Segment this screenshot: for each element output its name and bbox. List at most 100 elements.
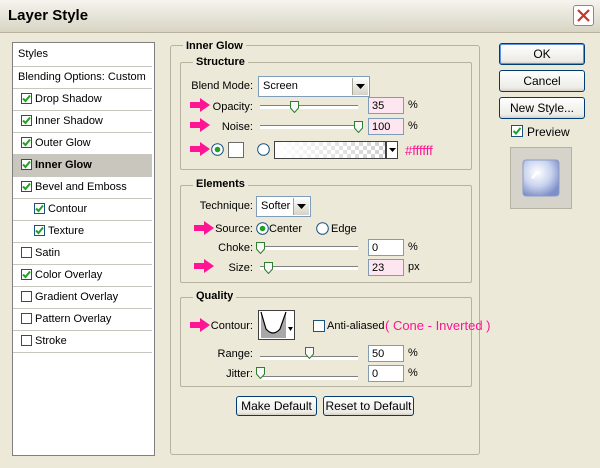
contour-dropdown-button[interactable] <box>288 322 293 334</box>
checkmark-icon <box>22 116 31 125</box>
size-unit: px <box>408 261 420 273</box>
choke-label: Choke: <box>218 242 253 254</box>
range-label: Range: <box>217 348 253 360</box>
style-item-color-overlay[interactable]: Color Overlay <box>13 265 152 287</box>
style-item-inner-shadow[interactable]: Inner Shadow <box>13 111 152 133</box>
style-item-satin[interactable]: Satin <box>13 243 152 265</box>
style-item-label: Bevel and Emboss <box>35 181 127 193</box>
style-checkbox[interactable] <box>21 335 32 346</box>
blend-mode-select[interactable]: Screen <box>258 76 370 97</box>
opacity-unit: % <box>408 99 418 111</box>
style-checkbox[interactable] <box>21 291 32 302</box>
jitter-input[interactable] <box>368 365 404 382</box>
size-slider[interactable] <box>260 266 358 270</box>
new-style-label: New Style... <box>509 101 575 115</box>
preview-checkbox[interactable] <box>511 125 523 137</box>
blend-mode-value: Screen <box>263 80 298 92</box>
close-icon <box>577 9 590 22</box>
anti-aliased-checkbox[interactable] <box>313 320 325 332</box>
style-checkbox[interactable] <box>34 225 45 236</box>
blending-options-item[interactable]: Blending Options: Custom <box>13 67 152 89</box>
style-checkbox[interactable] <box>21 313 32 324</box>
source-edge-label[interactable]: Edge <box>331 223 357 235</box>
noise-input[interactable] <box>368 118 404 135</box>
glow-color-swatch[interactable] <box>228 142 244 158</box>
checkmark-icon <box>512 127 522 135</box>
solid-color-radio[interactable] <box>211 143 224 156</box>
anti-aliased-label[interactable]: Anti-aliased <box>327 320 384 332</box>
style-item-contour[interactable]: Contour <box>13 199 152 221</box>
structure-title: Structure <box>193 56 248 68</box>
size-slider-thumb[interactable] <box>264 262 274 274</box>
style-item-outer-glow[interactable]: Outer Glow <box>13 133 152 155</box>
elements-title: Elements <box>193 178 248 190</box>
gradient-radio[interactable] <box>257 143 270 156</box>
jitter-unit: % <box>408 367 418 379</box>
preview-label[interactable]: Preview <box>527 125 570 139</box>
range-slider-thumb[interactable] <box>304 347 314 359</box>
style-checkbox[interactable] <box>21 159 32 170</box>
gradient-picker[interactable] <box>274 141 386 159</box>
checkmark-icon <box>22 94 31 103</box>
title-bar[interactable]: Layer Style <box>0 0 600 33</box>
style-checkbox[interactable] <box>21 137 32 148</box>
color-annotation: #ffffff <box>405 143 433 158</box>
style-item-drop-shadow[interactable]: Drop Shadow <box>13 89 152 111</box>
technique-value: Softer <box>261 200 291 212</box>
checkmark-icon <box>22 160 31 169</box>
choke-slider-thumb[interactable] <box>255 242 265 254</box>
style-checkbox[interactable] <box>21 247 32 258</box>
noise-slider-thumb[interactable] <box>353 121 363 133</box>
style-item-stroke[interactable]: Stroke <box>13 331 152 353</box>
opacity-slider-thumb[interactable] <box>289 101 299 113</box>
reset-to-default-button[interactable]: Reset to Default <box>323 396 414 416</box>
style-item-bevel-and-emboss[interactable]: Bevel and Emboss <box>13 177 152 199</box>
style-checkbox[interactable] <box>21 269 32 280</box>
close-button[interactable] <box>573 5 594 26</box>
jitter-slider-thumb[interactable] <box>255 367 265 379</box>
style-checkbox[interactable] <box>21 115 32 126</box>
contour-cone-inverted-icon <box>260 311 287 338</box>
opacity-slider[interactable] <box>260 105 358 109</box>
layer-style-dialog: Layer Style Styles Blending Options: Cus… <box>0 0 600 468</box>
choke-slider[interactable] <box>260 246 358 250</box>
style-item-label: Contour <box>48 203 88 215</box>
style-item-inner-glow[interactable]: Inner Glow <box>13 155 152 177</box>
blending-options-label: Blending Options: Custom <box>18 71 146 83</box>
make-default-button[interactable]: Make Default <box>236 396 317 416</box>
checkmark-icon <box>22 138 31 147</box>
choke-input[interactable] <box>368 239 404 256</box>
style-item-pattern-overlay[interactable]: Pattern Overlay <box>13 309 152 331</box>
ok-button[interactable]: OK <box>499 43 585 65</box>
source-center-radio[interactable] <box>256 222 269 235</box>
style-checkbox[interactable] <box>34 203 45 214</box>
noise-slider[interactable] <box>260 125 358 129</box>
jitter-slider[interactable] <box>260 376 358 380</box>
reset-to-default-label: Reset to Default <box>325 399 412 413</box>
contour-label: Contour: <box>210 320 253 332</box>
new-style-button[interactable]: New Style... <box>499 97 585 119</box>
technique-dropdown-button[interactable] <box>293 198 309 215</box>
contour-picker[interactable] <box>258 310 295 340</box>
technique-select[interactable]: Softer <box>256 196 311 217</box>
size-input[interactable] <box>368 259 404 276</box>
checkmark-icon <box>22 270 31 279</box>
cancel-button[interactable]: Cancel <box>499 70 585 92</box>
style-item-texture[interactable]: Texture <box>13 221 152 243</box>
style-item-label: Pattern Overlay <box>35 313 112 325</box>
source-edge-radio[interactable] <box>316 222 329 235</box>
gradient-dropdown-button[interactable] <box>386 141 398 159</box>
style-checkbox[interactable] <box>21 93 32 104</box>
range-input[interactable] <box>368 345 404 362</box>
style-checkbox[interactable] <box>21 181 32 192</box>
opacity-input[interactable] <box>368 97 404 114</box>
checkmark-icon <box>35 226 44 235</box>
style-item-gradient-overlay[interactable]: Gradient Overlay <box>13 287 152 309</box>
blend-mode-dropdown-button[interactable] <box>352 78 368 95</box>
style-item-label: Color Overlay <box>35 269 103 281</box>
contour-annotation: ( Cone - Inverted ) <box>385 318 491 333</box>
styles-header[interactable]: Styles <box>13 43 152 67</box>
source-center-label[interactable]: Center <box>269 223 302 235</box>
style-preview-thumbnail <box>510 147 572 209</box>
dialog-title: Layer Style <box>8 7 89 24</box>
